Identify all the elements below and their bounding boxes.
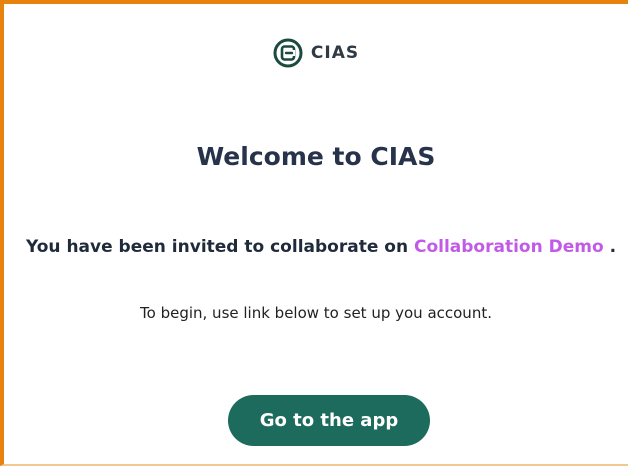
instruction-text: To begin, use link below to set up you a… [140,304,492,322]
project-name: Collaboration Demo [413,237,604,257]
cias-logo: CIAS [4,38,628,68]
cias-logo-icon [273,38,303,68]
invite-prefix: You have been invited to collaborate on [26,237,414,257]
email-frame: CIAS Welcome to CIAS You have been invit… [0,0,628,466]
go-to-app-button[interactable]: Go to the app [228,395,430,446]
logo-text: CIAS [310,43,360,63]
page-title: Welcome to CIAS [196,142,436,171]
invite-message: You have been invited to collaborate on … [26,237,616,257]
invite-suffix: . [603,237,617,257]
